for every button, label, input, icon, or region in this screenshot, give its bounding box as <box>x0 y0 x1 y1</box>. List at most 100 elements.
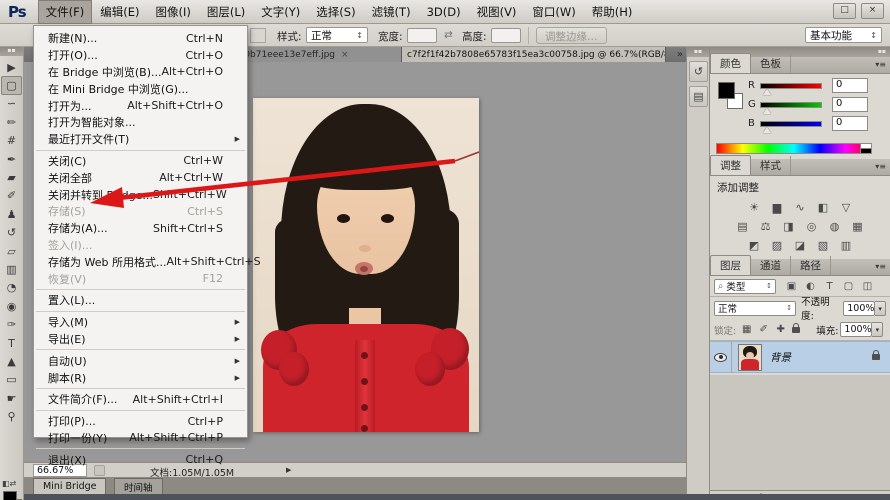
file-menu-item[interactable]: 退出(X) Ctrl+Q <box>34 451 247 468</box>
rectangular-marquee-tool[interactable]: ▢ <box>1 76 22 95</box>
posterize-icon[interactable]: ▨ <box>769 238 785 252</box>
height-input[interactable] <box>491 28 521 43</box>
file-menu-item[interactable]: 关闭并转到 Bridge... Shift+Ctrl+W <box>34 186 247 203</box>
menubar-item-1[interactable]: 编辑(E) <box>92 0 147 24</box>
shape-tool[interactable]: ▭ <box>1 371 22 389</box>
file-menu-item[interactable]: 脚本(R) ▶ <box>34 369 247 386</box>
lock-image-pixels-icon[interactable]: ✐ <box>756 324 771 335</box>
history-brush-tool[interactable]: ↺ <box>1 224 22 242</box>
menubar-item-10[interactable]: 帮助(H) <box>584 0 641 24</box>
spectrum-endcaps[interactable] <box>860 143 872 154</box>
close-button[interactable]: × <box>861 3 884 19</box>
filter-type-layers-icon[interactable]: T <box>822 281 837 292</box>
spot-healing-brush-tool[interactable]: ▰ <box>1 168 22 186</box>
file-menu-item[interactable]: 最近打开文件(T) ▶ <box>34 131 247 148</box>
file-menu-item[interactable]: 在 Mini Bridge 中浏览(G)... <box>34 80 247 97</box>
color-balance-icon[interactable]: ⚖ <box>758 219 774 233</box>
blur-tool[interactable]: ◔ <box>1 279 22 297</box>
layer-visibility-toggle[interactable] <box>710 341 732 373</box>
channel-slider[interactable] <box>760 82 822 95</box>
style-select[interactable]: 正常 ↕ <box>306 27 368 43</box>
file-menu-item[interactable]: 导入(M) ▶ <box>34 314 247 331</box>
hand-tool[interactable]: ☛ <box>1 389 22 407</box>
panel-menu-icon[interactable]: ▾≡ <box>875 262 886 271</box>
quick-selection-tool[interactable]: ✏ <box>1 113 22 131</box>
filter-shape-layers-icon[interactable]: ▢ <box>841 281 856 292</box>
lock-position-icon[interactable]: ✚ <box>773 324 788 335</box>
menubar-item-9[interactable]: 窗口(W) <box>524 0 583 24</box>
menubar-item-0[interactable]: 文件(F) <box>37 0 93 24</box>
crop-tool[interactable]: # <box>1 132 22 150</box>
status-expand-icon[interactable]: ▶ <box>286 466 291 474</box>
eyedropper-tool[interactable]: ✒ <box>1 150 22 168</box>
file-menu-item[interactable]: 导出(E) ▶ <box>34 331 247 348</box>
tab-channels[interactable]: 通道 <box>751 256 791 275</box>
swap-colors-icon[interactable]: ◧⇄ <box>2 479 16 488</box>
layer-thumbnail[interactable] <box>738 343 762 371</box>
properties-panel-icon[interactable]: ▤ <box>689 86 708 107</box>
opacity-dropdown-icon[interactable]: ▾ <box>875 300 887 316</box>
file-menu-item[interactable]: 新建(N)... Ctrl+N <box>34 30 247 47</box>
blend-mode-select[interactable]: 正常 ↕ <box>714 300 797 316</box>
file-menu-item[interactable]: 存储为 Web 所用格式... Alt+Shift+Ctrl+S <box>34 253 261 270</box>
file-menu-item[interactable]: 在 Bridge 中浏览(B)... Alt+Ctrl+O <box>34 64 247 81</box>
lock-transparent-pixels-icon[interactable]: ▦ <box>739 324 754 335</box>
file-menu-item[interactable]: 自动(U) ▶ <box>34 352 247 369</box>
type-tool[interactable]: T <box>1 334 22 352</box>
canvas-photo[interactable] <box>253 98 479 432</box>
brightness-contrast-icon[interactable]: ☀ <box>746 200 762 214</box>
photo-filter-icon[interactable]: ◎ <box>804 219 820 233</box>
panel-foreground-swatch[interactable] <box>718 82 735 99</box>
maximize-button[interactable]: □ <box>833 3 856 19</box>
brush-tool[interactable]: ✐ <box>1 187 22 205</box>
channel-mixer-icon[interactable]: ◍ <box>827 219 843 233</box>
fill-dropdown-icon[interactable]: ▾ <box>872 322 884 337</box>
file-menu-item[interactable]: 文件简介(F)... Alt+Shift+Ctrl+I <box>34 391 247 408</box>
menubar-item-2[interactable]: 图像(I) <box>148 0 199 24</box>
tab-swatches[interactable]: 色板 <box>751 54 791 73</box>
channel-slider[interactable] <box>760 101 822 114</box>
move-tool[interactable]: ▶ <box>1 58 22 76</box>
tab-paths[interactable]: 路径 <box>791 256 831 275</box>
clone-stamp-tool[interactable]: ♟ <box>1 205 22 223</box>
panel-menu-icon[interactable]: ▾≡ <box>875 162 886 171</box>
file-menu-item[interactable]: 存储为(A)... Shift+Ctrl+S <box>34 220 247 237</box>
threshold-icon[interactable]: ◪ <box>792 238 808 252</box>
channel-value-input[interactable]: 0 <box>832 78 868 93</box>
channel-slider-handle[interactable] <box>763 88 771 95</box>
menubar-item-7[interactable]: 3D(D) <box>419 1 469 23</box>
opacity-input[interactable]: 100% <box>843 300 876 316</box>
tab-mini-bridge[interactable]: Mini Bridge <box>33 478 107 494</box>
eraser-tool[interactable]: ▱ <box>1 242 22 260</box>
foreground-color-swatch[interactable] <box>3 491 17 500</box>
lasso-tool[interactable]: ∽ <box>1 95 22 113</box>
selective-color-icon[interactable]: ▥ <box>838 238 854 252</box>
file-menu-item[interactable]: 打开(O)... Ctrl+O <box>34 47 247 64</box>
tool-preset-icon[interactable] <box>250 28 266 43</box>
fill-input[interactable]: 100% <box>840 322 873 337</box>
file-menu-item[interactable]: 关闭(C) Ctrl+W <box>34 153 247 170</box>
swap-dimensions-icon[interactable]: ⇄ <box>444 29 453 41</box>
workspace-select[interactable]: 基本功能 ↕ <box>805 27 882 43</box>
history-panel-icon[interactable]: ↺ <box>689 61 708 82</box>
levels-icon[interactable]: ▆ <box>769 200 785 214</box>
zoom-tool[interactable]: ⚲ <box>1 407 22 425</box>
close-tab-icon[interactable]: × <box>341 50 349 60</box>
menubar-item-3[interactable]: 图层(L) <box>199 0 253 24</box>
tab-layers[interactable]: 图层 <box>710 255 751 275</box>
exposure-icon[interactable]: ◧ <box>815 200 831 214</box>
pen-tool[interactable]: ✑ <box>1 315 22 333</box>
tab-adjustments[interactable]: 调整 <box>710 155 751 175</box>
refine-edge-button[interactable]: 调整边缘… <box>536 27 607 44</box>
invert-icon[interactable]: ◩ <box>746 238 762 252</box>
black-white-icon[interactable]: ◨ <box>781 219 797 233</box>
menubar-item-6[interactable]: 滤镜(T) <box>364 0 419 24</box>
dock-grip[interactable]: ▪▪ <box>687 47 709 57</box>
channel-slider-handle[interactable] <box>763 126 771 133</box>
filter-pixel-layers-icon[interactable]: ▣ <box>784 281 799 292</box>
dodge-tool[interactable]: ◉ <box>1 297 22 315</box>
panel-menu-icon[interactable]: ▾≡ <box>875 60 886 69</box>
layer-row-background[interactable]: 背景 <box>710 341 890 373</box>
file-menu-item[interactable]: 打印(P)... Ctrl+P <box>34 413 247 430</box>
tab-timeline[interactable]: 时间轴 <box>114 478 163 494</box>
